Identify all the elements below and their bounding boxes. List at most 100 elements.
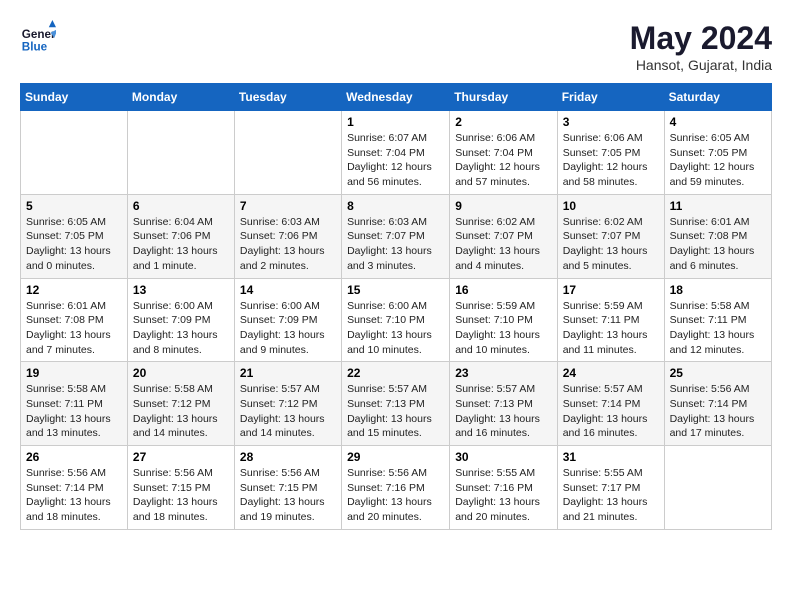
calendar-cell: 17Sunrise: 5:59 AMSunset: 7:11 PMDayligh… (557, 278, 664, 362)
weekday-header: Friday (557, 84, 664, 111)
day-number: 10 (563, 199, 659, 213)
day-info: Sunrise: 6:07 AMSunset: 7:04 PMDaylight:… (347, 131, 444, 190)
day-info: Sunrise: 6:02 AMSunset: 7:07 PMDaylight:… (563, 215, 659, 274)
day-info: Sunrise: 5:56 AMSunset: 7:15 PMDaylight:… (240, 466, 336, 525)
day-info: Sunrise: 5:56 AMSunset: 7:15 PMDaylight:… (133, 466, 229, 525)
weekday-header-row: SundayMondayTuesdayWednesdayThursdayFrid… (21, 84, 772, 111)
calendar-cell: 30 Sunrise: 5:55 AMSunset: 7:16 PMDayligh… (450, 446, 557, 530)
day-info: Sunrise: 5:57 AMSunset: 7:13 PMDaylight:… (455, 382, 551, 441)
svg-text:General: General (22, 28, 56, 41)
day-info: Sunrise: 5:58 AMSunset: 7:11 PMDaylight:… (670, 299, 766, 358)
weekday-header: Sunday (21, 84, 128, 111)
calendar-cell: 16Sunrise: 5:59 AMSunset: 7:10 PMDayligh… (450, 278, 557, 362)
day-number: 9 (455, 199, 551, 213)
day-number: 18 (670, 283, 766, 297)
day-number: 17 (563, 283, 659, 297)
day-number: 31 (563, 450, 659, 464)
calendar-cell: 2 Sunrise: 6:06 AMSunset: 7:04 PMDaylight… (450, 111, 557, 195)
day-info: Sunrise: 5:58 AMSunset: 7:12 PMDaylight:… (133, 382, 229, 441)
calendar-cell: 21 Sunrise: 5:57 AMSunset: 7:12 PMDayligh… (234, 362, 341, 446)
calendar-cell: 28 Sunrise: 5:56 AMSunset: 7:15 PMDayligh… (234, 446, 341, 530)
calendar-cell: 11Sunrise: 6:01 AMSunset: 7:08 PMDayligh… (664, 194, 771, 278)
calendar-cell: 18 Sunrise: 5:58 AMSunset: 7:11 PMDayligh… (664, 278, 771, 362)
day-info: Sunrise: 6:01 AMSunset: 7:08 PMDaylight:… (26, 299, 122, 358)
calendar-cell: 25Sunrise: 5:56 AMSunset: 7:14 PMDayligh… (664, 362, 771, 446)
day-info: Sunrise: 6:03 AMSunset: 7:07 PMDaylight:… (347, 215, 444, 274)
day-info: Sunrise: 5:55 AMSunset: 7:17 PMDaylight:… (563, 466, 659, 525)
day-number: 5 (26, 199, 122, 213)
day-number: 30 (455, 450, 551, 464)
weekday-header: Saturday (664, 84, 771, 111)
calendar-week-row: 12 Sunrise: 6:01 AMSunset: 7:08 PMDayligh… (21, 278, 772, 362)
day-number: 29 (347, 450, 444, 464)
calendar-week-row: 19Sunrise: 5:58 AMSunset: 7:11 PMDayligh… (21, 362, 772, 446)
calendar-cell (664, 446, 771, 530)
calendar-cell (21, 111, 128, 195)
day-number: 23 (455, 366, 551, 380)
day-number: 2 (455, 115, 551, 129)
calendar-table: SundayMondayTuesdayWednesdayThursdayFrid… (20, 83, 772, 530)
day-info: Sunrise: 6:00 AMSunset: 7:10 PMDaylight:… (347, 299, 444, 358)
location: Hansot, Gujarat, India (630, 57, 772, 73)
day-info: Sunrise: 5:56 AMSunset: 7:14 PMDaylight:… (670, 382, 766, 441)
calendar-cell: 14Sunrise: 6:00 AMSunset: 7:09 PMDayligh… (234, 278, 341, 362)
day-number: 15 (347, 283, 444, 297)
weekday-header: Tuesday (234, 84, 341, 111)
svg-text:Blue: Blue (22, 41, 48, 54)
calendar-cell: 9Sunrise: 6:02 AMSunset: 7:07 PMDaylight… (450, 194, 557, 278)
calendar-cell: 15 Sunrise: 6:00 AMSunset: 7:10 PMDayligh… (342, 278, 450, 362)
day-info: Sunrise: 5:58 AMSunset: 7:11 PMDaylight:… (26, 382, 122, 441)
calendar-cell: 1 Sunrise: 6:07 AMSunset: 7:04 PMDaylight… (342, 111, 450, 195)
day-info: Sunrise: 6:00 AMSunset: 7:09 PMDaylight:… (133, 299, 229, 358)
day-number: 22 (347, 366, 444, 380)
calendar-cell: 22 Sunrise: 5:57 AMSunset: 7:13 PMDayligh… (342, 362, 450, 446)
day-info: Sunrise: 5:57 AMSunset: 7:12 PMDaylight:… (240, 382, 336, 441)
day-info: Sunrise: 5:57 AMSunset: 7:13 PMDaylight:… (347, 382, 444, 441)
day-info: Sunrise: 6:05 AMSunset: 7:05 PMDaylight:… (670, 131, 766, 190)
day-number: 13 (133, 283, 229, 297)
day-number: 12 (26, 283, 122, 297)
calendar-cell: 7 Sunrise: 6:03 AMSunset: 7:06 PMDaylight… (234, 194, 341, 278)
day-info: Sunrise: 5:55 AMSunset: 7:16 PMDaylight:… (455, 466, 551, 525)
day-info: Sunrise: 6:06 AMSunset: 7:04 PMDaylight:… (455, 131, 551, 190)
day-info: Sunrise: 6:05 AMSunset: 7:05 PMDaylight:… (26, 215, 122, 274)
title-block: May 2024 Hansot, Gujarat, India (630, 20, 772, 73)
day-number: 27 (133, 450, 229, 464)
day-number: 8 (347, 199, 444, 213)
calendar-cell: 23 Sunrise: 5:57 AMSunset: 7:13 PMDayligh… (450, 362, 557, 446)
calendar-cell: 27 Sunrise: 5:56 AMSunset: 7:15 PMDayligh… (127, 446, 234, 530)
calendar-cell: 8 Sunrise: 6:03 AMSunset: 7:07 PMDaylight… (342, 194, 450, 278)
day-number: 1 (347, 115, 444, 129)
calendar-cell: 13 Sunrise: 6:00 AMSunset: 7:09 PMDayligh… (127, 278, 234, 362)
weekday-header: Monday (127, 84, 234, 111)
calendar-cell: 6 Sunrise: 6:04 AMSunset: 7:06 PMDaylight… (127, 194, 234, 278)
day-info: Sunrise: 6:04 AMSunset: 7:06 PMDaylight:… (133, 215, 229, 274)
calendar-week-row: 5 Sunrise: 6:05 AMSunset: 7:05 PMDaylight… (21, 194, 772, 278)
day-number: 14 (240, 283, 336, 297)
day-number: 4 (670, 115, 766, 129)
day-number: 3 (563, 115, 659, 129)
day-number: 6 (133, 199, 229, 213)
calendar-cell: 4 Sunrise: 6:05 AMSunset: 7:05 PMDaylight… (664, 111, 771, 195)
day-info: Sunrise: 6:03 AMSunset: 7:06 PMDaylight:… (240, 215, 336, 274)
calendar-cell: 26 Sunrise: 5:56 AMSunset: 7:14 PMDayligh… (21, 446, 128, 530)
day-info: Sunrise: 5:57 AMSunset: 7:14 PMDaylight:… (563, 382, 659, 441)
calendar-cell: 24 Sunrise: 5:57 AMSunset: 7:14 PMDayligh… (557, 362, 664, 446)
day-number: 24 (563, 366, 659, 380)
day-info: Sunrise: 6:01 AMSunset: 7:08 PMDaylight:… (670, 215, 766, 274)
weekday-header: Wednesday (342, 84, 450, 111)
calendar-cell: 29Sunrise: 5:56 AMSunset: 7:16 PMDayligh… (342, 446, 450, 530)
day-info: Sunrise: 5:56 AMSunset: 7:14 PMDaylight:… (26, 466, 122, 525)
calendar-cell: 12 Sunrise: 6:01 AMSunset: 7:08 PMDayligh… (21, 278, 128, 362)
day-number: 26 (26, 450, 122, 464)
calendar-cell (234, 111, 341, 195)
calendar-cell: 5 Sunrise: 6:05 AMSunset: 7:05 PMDaylight… (21, 194, 128, 278)
day-number: 7 (240, 199, 336, 213)
page-header: General Blue May 2024 Hansot, Gujarat, I… (20, 20, 772, 73)
calendar-cell (127, 111, 234, 195)
calendar-cell: 10 Sunrise: 6:02 AMSunset: 7:07 PMDayligh… (557, 194, 664, 278)
calendar-cell: 19Sunrise: 5:58 AMSunset: 7:11 PMDayligh… (21, 362, 128, 446)
day-info: Sunrise: 5:59 AMSunset: 7:10 PMDaylight:… (455, 299, 551, 358)
day-number: 21 (240, 366, 336, 380)
day-number: 28 (240, 450, 336, 464)
